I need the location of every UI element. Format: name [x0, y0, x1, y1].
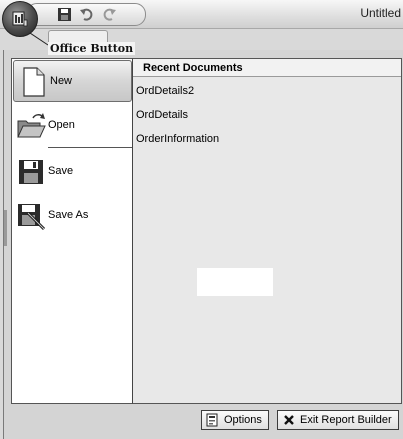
undo-icon[interactable]	[79, 7, 95, 22]
options-button[interactable]: Options	[201, 410, 269, 430]
menu-item-label: Open	[48, 119, 75, 131]
window-title: Untitled	[360, 6, 401, 20]
menu-commands: New Open Save Save As	[11, 58, 133, 404]
recent-documents-panel: Recent Documents OrdDetails2 OrdDetails …	[132, 58, 402, 404]
save-as-icon	[16, 201, 46, 231]
exit-report-builder-label: Exit Report Builder	[300, 414, 392, 426]
panel-edge	[4, 210, 7, 246]
title-bar: Untitled	[0, 0, 403, 29]
options-label: Options	[224, 414, 262, 426]
menu-item-label: New	[50, 75, 73, 87]
save-icon[interactable]	[57, 7, 73, 22]
recent-document-item[interactable]: OrdDetails	[136, 108, 188, 122]
menu-item-open[interactable]: Open	[12, 105, 132, 149]
menu-item-label: Save As	[48, 209, 89, 221]
menu-item-label: Save	[48, 165, 74, 177]
menu-item-save-as[interactable]: Save As	[12, 195, 132, 239]
blank-area	[197, 268, 273, 296]
floppy-disk-icon	[16, 157, 46, 187]
office-button[interactable]	[2, 1, 38, 37]
open-folder-icon	[16, 111, 46, 141]
new-document-icon	[18, 67, 48, 97]
exit-report-builder-button[interactable]: Exit Report Builder	[277, 410, 399, 430]
menu-separator	[48, 147, 132, 148]
recent-document-item[interactable]: OrderInformation	[136, 132, 219, 146]
menu-item-new[interactable]: New	[13, 60, 132, 102]
menu-item-save[interactable]: Save	[12, 151, 132, 195]
redo-icon[interactable]	[101, 7, 117, 22]
recent-documents-header: Recent Documents	[133, 59, 401, 77]
quick-access-toolbar	[26, 3, 146, 26]
recent-document-item[interactable]: OrdDetails2	[136, 84, 194, 98]
close-icon	[282, 413, 296, 427]
office-menu: New Open Save Save As Recent Documents O…	[3, 50, 403, 439]
options-icon	[206, 413, 220, 427]
report-builder-logo-icon	[12, 11, 28, 30]
tooltip-leader-line	[30, 33, 49, 46]
office-button-tooltip: Office Button	[48, 42, 136, 55]
